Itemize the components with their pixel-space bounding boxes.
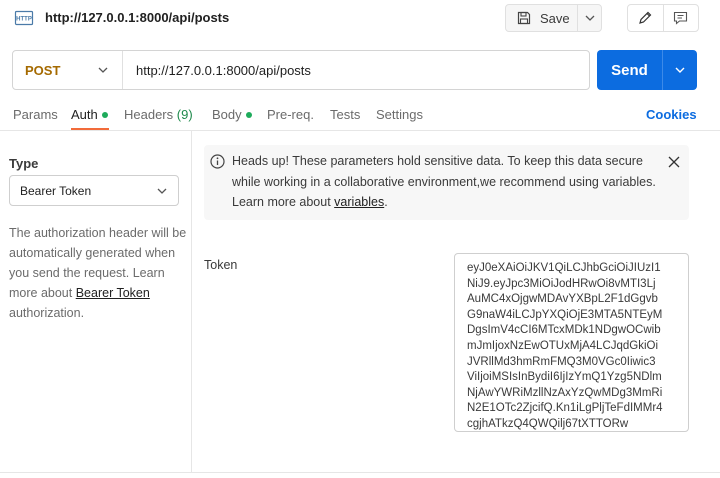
tab-params[interactable]: Params (13, 107, 58, 122)
pencil-icon (639, 11, 652, 24)
http-icon: HTTP (14, 8, 34, 28)
tab-label: Headers (124, 107, 174, 122)
token-line: JVRllMd3hmRmFMQ3M0VGc0Iiwic3 (467, 355, 656, 368)
method-label: POST (25, 62, 61, 78)
token-line: AuMC4xOjgwMDAvYXBpL2F1dGgvb (467, 293, 658, 306)
comments-button[interactable] (664, 5, 699, 31)
tab-headers[interactable]: Headers (9) (124, 107, 193, 122)
auth-type-value: Bearer Token (20, 183, 92, 198)
token-line: eyJ0eXAiOiJKV1QiLCJhbGciOiJIUzI1 (467, 262, 661, 274)
request-title[interactable]: http://127.0.0.1:8000/api/posts (45, 10, 229, 25)
save-options-button[interactable] (578, 5, 601, 31)
status-dot (245, 111, 252, 118)
info-icon (210, 154, 225, 172)
tab-auth[interactable]: Auth (71, 107, 108, 122)
token-line: NiJ9.eyJpc3MiOiJodHRwOi8vMTI3Lj (467, 277, 656, 290)
auth-description-suffix: authorization. (9, 306, 85, 320)
tab-label: Body (212, 107, 242, 122)
alert-message: Heads up! These parameters hold sensitiv… (232, 151, 662, 213)
send-button[interactable]: Send (597, 50, 663, 90)
bearer-token-link[interactable]: Bearer Token (76, 286, 150, 300)
alert-text-suffix: . (384, 195, 388, 209)
tab-label: Tests (330, 107, 361, 122)
active-tab-indicator (71, 128, 109, 130)
tab-label: Settings (376, 107, 423, 122)
url-bar: POST http://127.0.0.1:8000/api/posts (12, 50, 590, 90)
save-label: Save (540, 10, 570, 26)
save-button[interactable]: Save (506, 5, 578, 31)
comment-icon (674, 11, 688, 25)
token-label: Token (204, 258, 238, 272)
save-icon (517, 11, 531, 25)
send-button-group: Send (597, 50, 697, 90)
token-line: NjAwYWRiMzllNzAxYzQwMDg3MmRi (467, 386, 663, 399)
type-label: Type (9, 156, 39, 171)
url-input[interactable]: http://127.0.0.1:8000/api/posts (123, 63, 311, 78)
tab-label: Params (13, 107, 58, 122)
close-icon[interactable] (668, 156, 680, 171)
token-input[interactable]: eyJ0eXAiOiJKV1QiLCJhbGciOiJIUzI1 NiJ9.ey… (454, 253, 689, 432)
auth-description: The authorization header will be automat… (9, 223, 187, 323)
token-line: ViIjoiMSIsInBydiI6IjIzYmQ1Yzg5NDlm (467, 371, 662, 384)
auth-type-pane: Type Bearer Token The authorization head… (0, 131, 192, 473)
chevron-down-icon (675, 67, 685, 73)
headers-count: (9) (176, 107, 193, 122)
tab-body[interactable]: Body (212, 107, 252, 122)
chevron-down-icon (98, 67, 108, 73)
svg-text:HTTP: HTTP (16, 17, 32, 23)
token-line: mJmIjoxNzEwOTUxMjA4LCJqdGkiOi (467, 339, 659, 352)
token-line: cgjhATkzQ4QWQilj67tXTTORw (467, 417, 629, 430)
auth-type-select[interactable]: Bearer Token (9, 175, 179, 206)
edit-button[interactable] (628, 5, 664, 31)
tab-settings[interactable]: Settings (376, 107, 423, 122)
token-line: N2E1OTc2ZjcifQ.Kn1iLgPljTeFdIMMr4 (467, 402, 663, 415)
tab-label: Auth (71, 107, 98, 122)
alert-text: Heads up! These parameters hold sensitiv… (232, 154, 656, 209)
tab-label: Pre-req. (267, 107, 314, 122)
save-button-group: Save (505, 4, 602, 32)
status-dot (101, 111, 108, 118)
variables-link[interactable]: variables (334, 195, 384, 209)
title-bar: HTTP http://127.0.0.1:8000/api/posts Sav… (0, 0, 720, 36)
token-line: G9naW4iLCJpYXQiOjE3MTA5NTEyM (467, 308, 663, 321)
view-toggle-group (627, 4, 699, 32)
send-options-button[interactable] (663, 50, 697, 90)
token-line: DgsImV4cCI6MTcxMDk1NDgwOCwib (467, 324, 661, 337)
chevron-down-icon (585, 15, 594, 21)
method-select[interactable]: POST (13, 51, 123, 89)
tab-tests[interactable]: Tests (330, 107, 360, 122)
sensitive-data-alert: Heads up! These parameters hold sensitiv… (204, 145, 689, 220)
request-tabs: Params Auth Headers (9) Body Pre-req. Te… (0, 100, 720, 131)
chevron-down-icon (157, 188, 167, 194)
cookies-link[interactable]: Cookies (646, 107, 697, 122)
divider (0, 472, 720, 473)
tab-pre-request[interactable]: Pre-req. (267, 107, 314, 122)
